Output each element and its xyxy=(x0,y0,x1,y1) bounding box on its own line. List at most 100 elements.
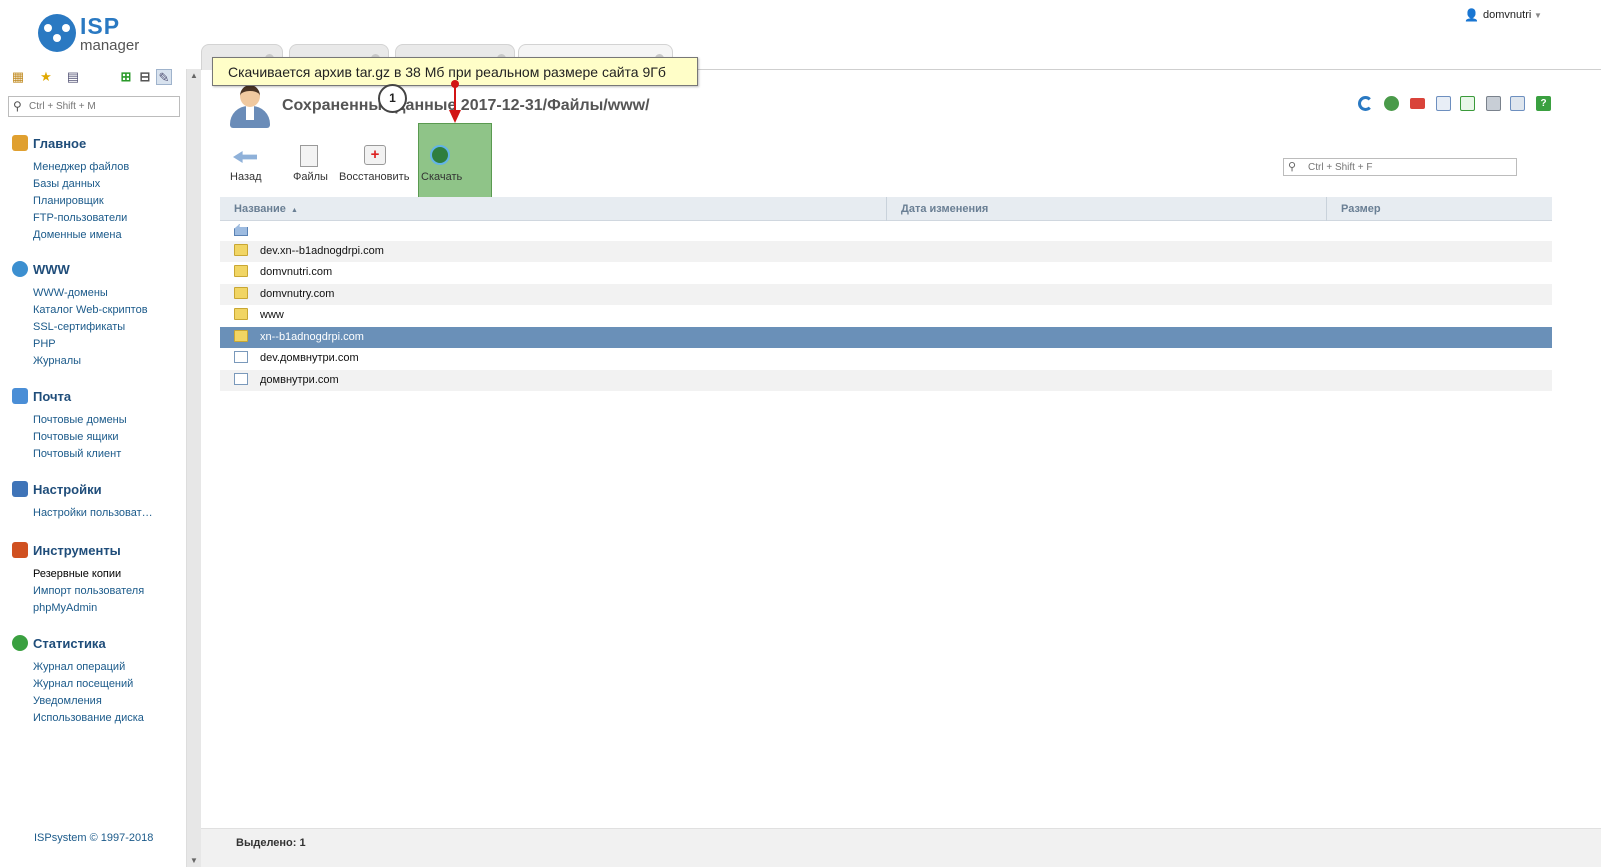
first-aid-kit-icon: + xyxy=(364,145,386,165)
stop-icon[interactable] xyxy=(1410,98,1425,109)
sidebar-item-ssl-certificates[interactable]: SSL-сертификаты xyxy=(33,319,173,336)
pin-icon[interactable]: ✎ xyxy=(156,69,172,85)
sidebar: ISP manager ▦ ★ ▤ ⊞ ⊟ ✎ ⚲ Главное Менедж… xyxy=(0,0,186,867)
favorites-star-icon[interactable]: ★ xyxy=(38,69,54,85)
user-name: domvnutri xyxy=(1483,9,1532,21)
menu-group-header[interactable]: Статистика xyxy=(0,634,186,654)
up-directory-icon xyxy=(234,224,248,236)
sidebar-item-disk-usage[interactable]: Использование диска xyxy=(33,710,173,727)
table-row[interactable]: domvnutry.com xyxy=(220,284,1552,305)
sidebar-item-notifications[interactable]: Уведомления xyxy=(33,693,173,710)
expand-all-icon[interactable]: ⊞ xyxy=(118,69,134,85)
symlink-icon xyxy=(234,373,248,385)
sidebar-item-file-manager[interactable]: Менеджер файлов xyxy=(33,159,173,176)
column-header-modified[interactable]: Дата изменения xyxy=(887,197,1327,221)
download-globe-icon xyxy=(430,145,450,165)
user-avatar-icon: 👤 xyxy=(1464,8,1479,22)
menu-group-header[interactable]: Настройки xyxy=(0,480,186,500)
column-header-name[interactable]: Название ▲ xyxy=(220,197,887,221)
sidebar-item-web-scripts[interactable]: Каталог Web-скриптов xyxy=(33,302,173,319)
home-icon xyxy=(12,135,28,151)
monitor-icon xyxy=(12,481,28,497)
sidebar-item-domain-names[interactable]: Доменные имена xyxy=(33,227,173,244)
sidebar-item-www-domains[interactable]: WWW-домены xyxy=(33,285,173,302)
table-row[interactable]: www xyxy=(220,305,1552,326)
annotation-text: Скачивается архив tar.gz в 38 Мб при реа… xyxy=(228,64,666,80)
sidebar-scrollbar[interactable]: ▲ ▼ xyxy=(186,69,201,867)
table-row-parent-dir[interactable] xyxy=(220,221,1552,242)
isp-manager-logo[interactable]: ISP manager xyxy=(38,13,158,58)
logo-mark-icon xyxy=(38,14,76,52)
folder-icon xyxy=(234,330,248,342)
file-name: domvnutri.com xyxy=(260,266,333,278)
table-row[interactable]: domvnutri.com xyxy=(220,262,1552,283)
sidebar-item-backups[interactable]: Резервные копии xyxy=(33,566,173,583)
print-icon[interactable] xyxy=(1486,96,1501,111)
sidebar-item-visits-log[interactable]: Журнал посещений xyxy=(33,676,173,693)
sidebar-toolbar: ▦ ★ ▤ ⊞ ⊟ ✎ xyxy=(10,69,180,87)
scroll-up-icon[interactable]: ▲ xyxy=(190,71,198,80)
back-button[interactable]: Назад xyxy=(226,141,264,187)
sidebar-search-input[interactable] xyxy=(29,99,174,114)
logo-text-isp: ISP xyxy=(80,13,121,39)
sidebar-item-mail-domains[interactable]: Почтовые домены xyxy=(33,412,173,429)
sidebar-item-ftp-users[interactable]: FTP-пользователи xyxy=(33,210,173,227)
sidebar-item-php[interactable]: PHP xyxy=(33,336,173,353)
files-icon xyxy=(300,145,318,167)
table-row[interactable]: dev.домвнутри.com xyxy=(220,348,1552,369)
table-search-input[interactable] xyxy=(1308,160,1508,174)
menu-group-header[interactable]: Инструменты xyxy=(0,541,186,561)
menu-group-title: WWW xyxy=(33,262,70,277)
sidebar-item-logs[interactable]: Журналы xyxy=(33,353,173,370)
table-row-selected[interactable]: xn--b1adnogdrpi.com xyxy=(220,327,1552,348)
annotation-number: 1 xyxy=(378,84,407,113)
sidebar-item-mail-client[interactable]: Почтовый клиент xyxy=(33,446,173,463)
search-icon: ⚲ xyxy=(1288,161,1297,173)
files-button[interactable]: Файлы xyxy=(290,141,330,187)
menu-group-www: WWW WWW-домены Каталог Web-скриптов SSL-… xyxy=(0,260,186,370)
folder-icon xyxy=(234,308,248,320)
folder-icon xyxy=(234,244,248,256)
sidebar-item-operations-log[interactable]: Журнал операций xyxy=(33,659,173,676)
excel-export-icon[interactable] xyxy=(1460,96,1475,111)
restore-button-label: Восстановить xyxy=(339,171,410,183)
logo-text-manager: manager xyxy=(80,37,140,54)
briefcase-icon[interactable]: ▤ xyxy=(65,69,81,85)
table-settings-icon[interactable] xyxy=(1510,96,1525,111)
monitor-help-icon[interactable] xyxy=(1384,96,1399,111)
menu-group-header[interactable]: WWW xyxy=(0,260,186,280)
restore-button[interactable]: + Восстановить xyxy=(338,141,414,187)
menu-group-tools: Инструменты Резервные копии Импорт польз… xyxy=(0,541,186,617)
scroll-down-icon[interactable]: ▼ xyxy=(190,856,198,865)
copy-icon[interactable] xyxy=(1436,96,1451,111)
help-icon[interactable]: ? xyxy=(1536,96,1551,111)
collapse-all-icon[interactable]: ⊟ xyxy=(137,69,153,85)
download-button-label: Скачать xyxy=(421,171,463,183)
menu-group-header[interactable]: Почта xyxy=(0,387,186,407)
sidebar-item-phpmyadmin[interactable]: phpMyAdmin xyxy=(33,600,173,617)
table-row[interactable]: домвнутри.com xyxy=(220,370,1552,391)
tree-view-icon[interactable]: ▦ xyxy=(10,69,26,85)
sidebar-item-user-settings[interactable]: Настройки пользоват… xyxy=(33,505,173,522)
column-header-size[interactable]: Размер xyxy=(1327,197,1552,221)
copyright-link[interactable]: ISPsystem © 1997-2018 xyxy=(34,832,153,844)
refresh-icon[interactable] xyxy=(1358,96,1373,111)
tools-icon xyxy=(12,542,28,558)
sidebar-item-databases[interactable]: Базы данных xyxy=(33,176,173,193)
table-row[interactable]: dev.xn--b1adnogdrpi.com xyxy=(220,241,1552,262)
menu-group-header[interactable]: Главное xyxy=(0,134,186,154)
page-title: Сохраненные данные 2017-12-31/Файлы/www/ xyxy=(282,97,650,114)
app-window: ISP manager ▦ ★ ▤ ⊞ ⊟ ✎ ⚲ Главное Менедж… xyxy=(0,0,1601,867)
sidebar-search[interactable]: ⚲ xyxy=(8,96,180,117)
folder-icon xyxy=(234,265,248,277)
sort-ascending-icon: ▲ xyxy=(290,207,298,214)
sidebar-item-import-user[interactable]: Импорт пользователя xyxy=(33,583,173,600)
sidebar-item-mailboxes[interactable]: Почтовые ящики xyxy=(33,429,173,446)
search-icon: ⚲ xyxy=(13,99,22,113)
menu-group-title: Статистика xyxy=(33,636,106,651)
table-search[interactable]: ⚲ xyxy=(1283,158,1517,176)
download-button[interactable]: Скачать xyxy=(418,141,492,187)
menu-group-title: Инструменты xyxy=(33,543,121,558)
table-header: Название ▲ Дата изменения Размер xyxy=(220,197,1552,221)
sidebar-item-scheduler[interactable]: Планировщик xyxy=(33,193,173,210)
